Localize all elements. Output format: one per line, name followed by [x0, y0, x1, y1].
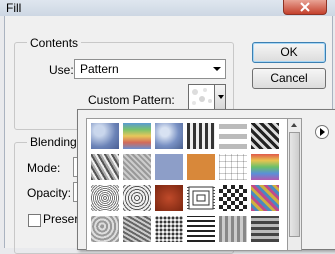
- mode-label: Mode:: [27, 161, 61, 175]
- pattern-tile[interactable]: [219, 216, 247, 242]
- picker-menu-button[interactable]: [315, 125, 329, 139]
- pattern-tile[interactable]: [91, 154, 119, 180]
- pattern-tile[interactable]: [155, 123, 183, 149]
- blending-group-label: Blending: [27, 135, 80, 149]
- pattern-picker-popup: [77, 109, 335, 251]
- concentric-squares-icon: [188, 186, 214, 210]
- pattern-tile[interactable]: [123, 123, 151, 149]
- close-button[interactable]: [283, 0, 327, 15]
- chevron-down-icon: [213, 67, 221, 71]
- pattern-tile[interactable]: [155, 154, 183, 180]
- pattern-tile[interactable]: [251, 216, 279, 242]
- cancel-button-label: Cancel: [270, 71, 308, 85]
- pattern-tile[interactable]: [219, 154, 247, 180]
- contents-group-label: Contents: [27, 36, 82, 50]
- pattern-tile[interactable]: [251, 154, 279, 180]
- title-bar: Fill: [0, 0, 335, 16]
- scroll-up-icon[interactable]: [288, 119, 301, 131]
- custom-pattern-label: Custom Pattern:: [88, 93, 175, 107]
- use-select-value: Pattern: [80, 62, 119, 76]
- pattern-tile[interactable]: [155, 216, 183, 242]
- chevron-down-icon: [218, 95, 224, 99]
- pattern-tile[interactable]: [91, 185, 119, 211]
- preserve-transparency-label: Preser: [43, 212, 79, 226]
- ok-button-label: OK: [280, 45, 298, 59]
- pattern-tile[interactable]: [123, 185, 151, 211]
- ok-button[interactable]: OK: [252, 42, 326, 63]
- pattern-tile[interactable]: [123, 154, 151, 180]
- window-title: Fill: [6, 1, 22, 15]
- opacity-label: Opacity:: [27, 186, 72, 200]
- pattern-scrollbar[interactable]: [287, 118, 302, 251]
- pattern-tile[interactable]: [91, 123, 119, 149]
- pattern-tile[interactable]: [219, 123, 247, 149]
- use-select[interactable]: Pattern: [74, 59, 226, 79]
- pattern-preview-icon: [192, 88, 212, 105]
- preserve-transparency-checkbox[interactable]: [28, 214, 41, 227]
- custom-pattern-dropdown[interactable]: [214, 84, 226, 110]
- custom-pattern-swatch[interactable]: [188, 84, 216, 110]
- pattern-tile[interactable]: [251, 123, 279, 149]
- pattern-tile[interactable]: [91, 216, 119, 242]
- pattern-tile[interactable]: [187, 123, 215, 149]
- pattern-grid: [86, 118, 288, 251]
- pattern-tile[interactable]: [187, 154, 215, 180]
- pattern-tile[interactable]: [123, 216, 151, 242]
- pattern-tile[interactable]: [155, 185, 183, 211]
- close-icon: [300, 2, 310, 12]
- pattern-tile[interactable]: [219, 185, 247, 211]
- pattern-tile[interactable]: [187, 216, 215, 242]
- scrollbar-thumb[interactable]: [289, 132, 300, 237]
- cancel-button[interactable]: Cancel: [252, 68, 326, 89]
- use-label: Use:: [49, 63, 74, 77]
- pattern-tile[interactable]: [251, 185, 279, 211]
- pattern-tile[interactable]: [187, 185, 215, 211]
